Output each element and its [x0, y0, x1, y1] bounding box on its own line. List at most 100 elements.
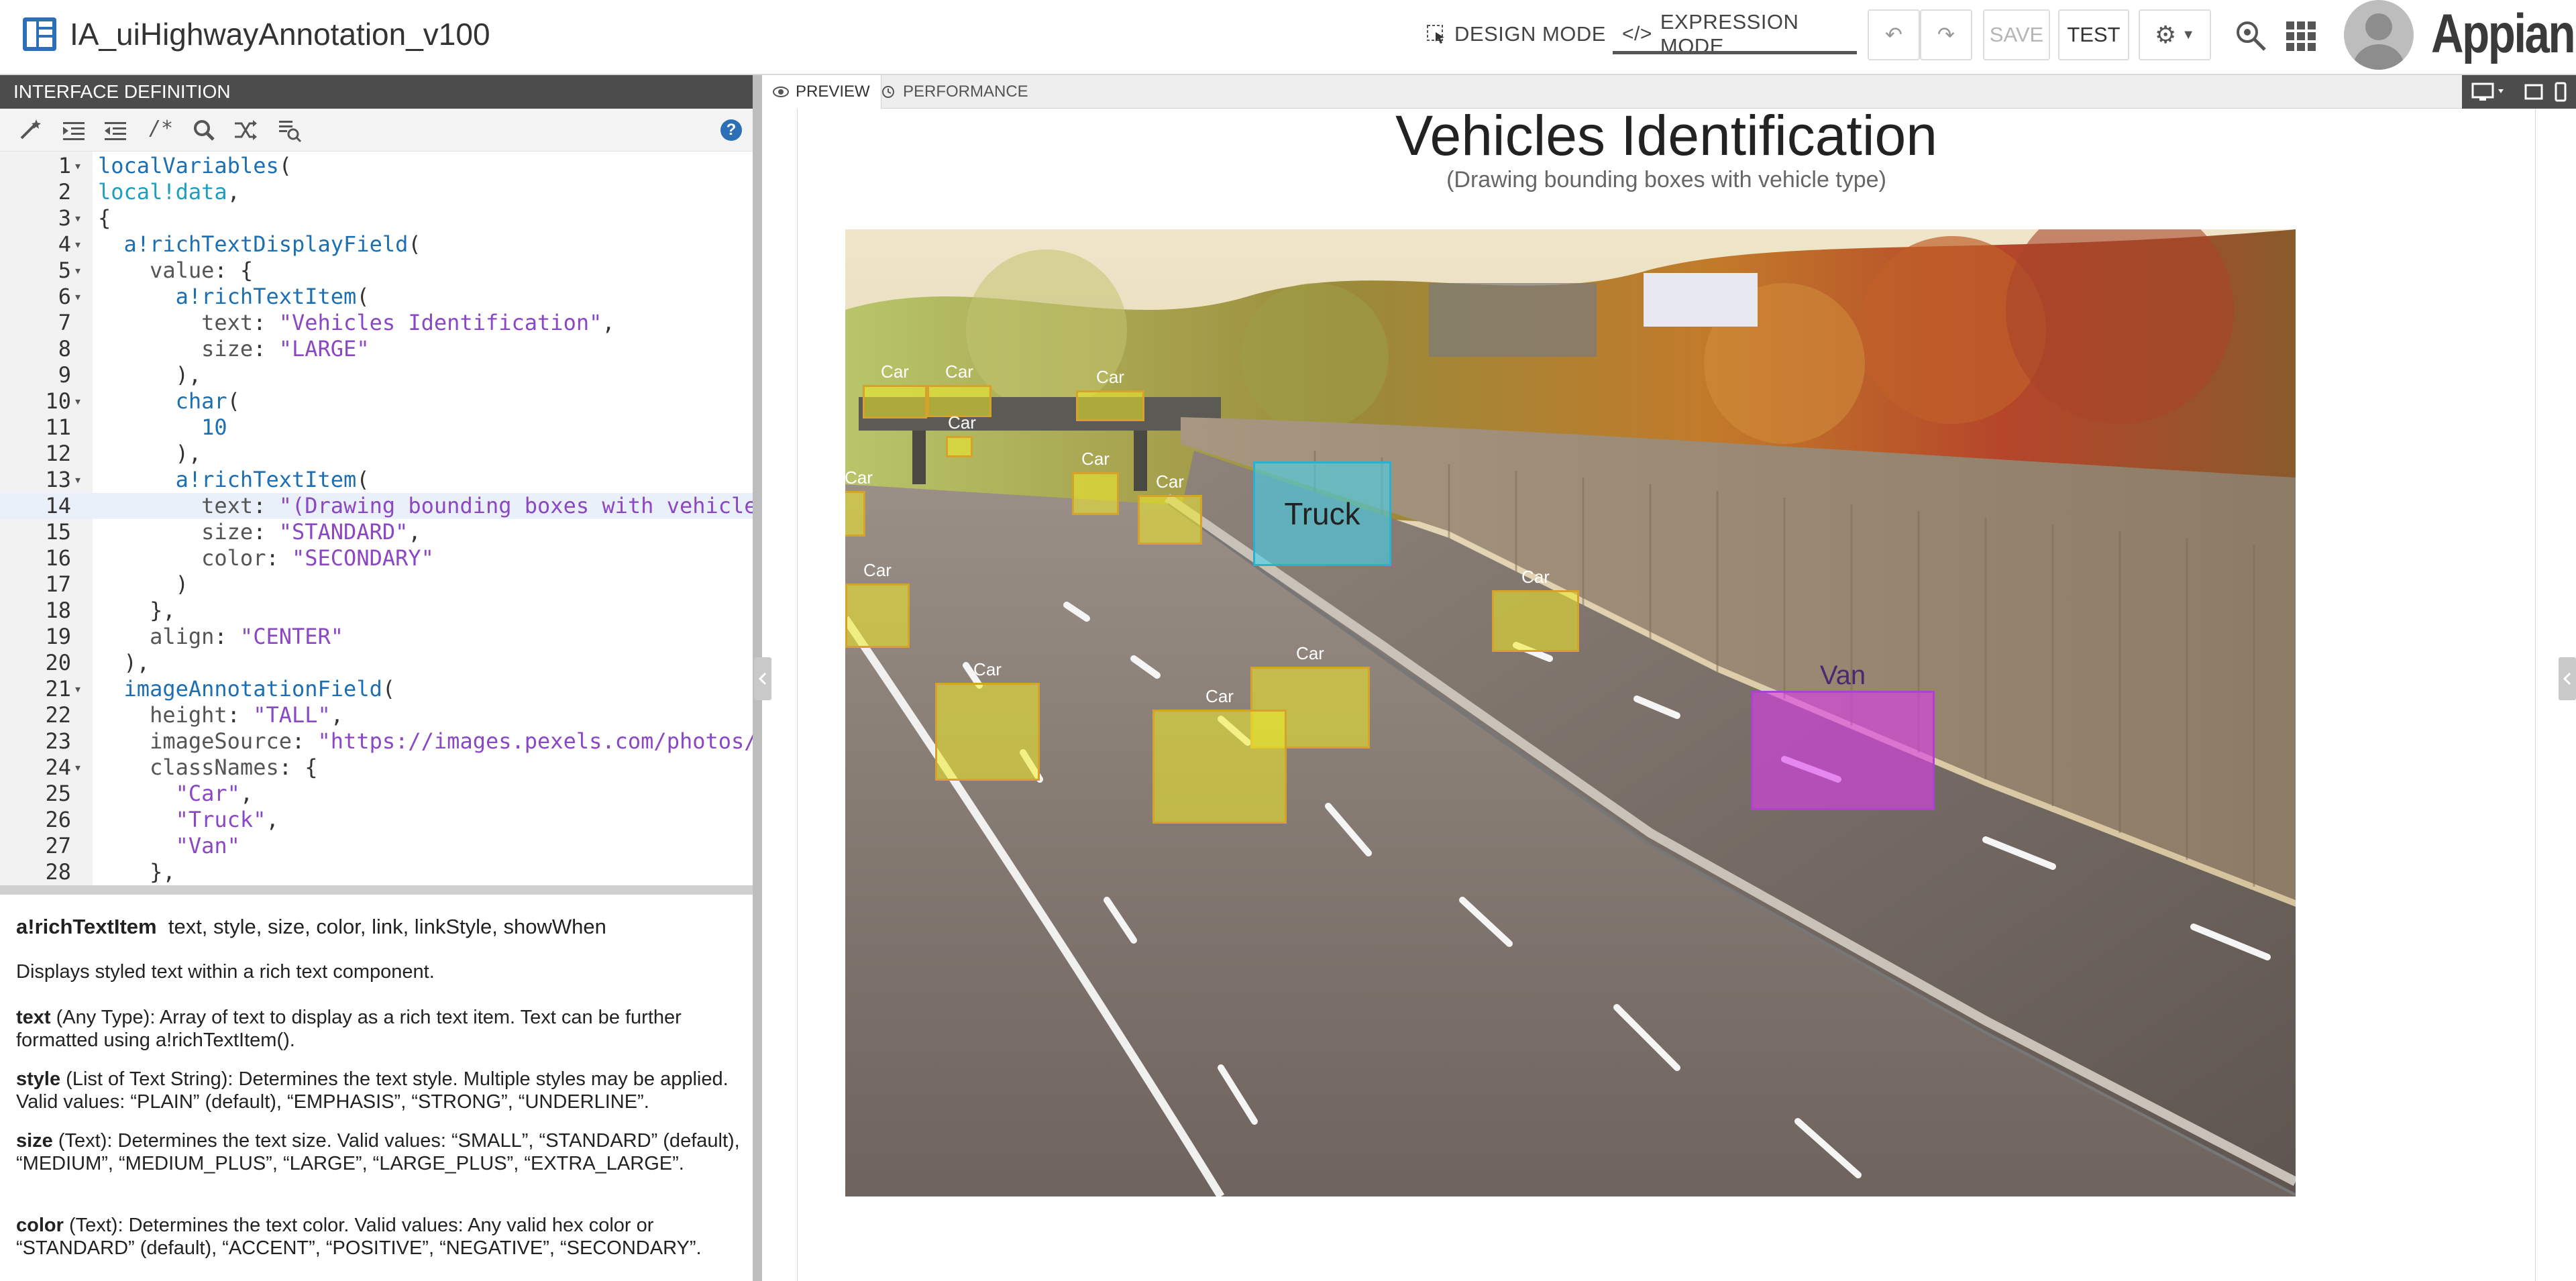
help-icon[interactable]: ?	[720, 119, 742, 141]
collapse-right-panel-handle[interactable]	[2559, 657, 2576, 700]
eye-icon	[773, 87, 789, 97]
app-grid-icon[interactable]	[2282, 17, 2320, 55]
function-params: text, style, size, color, link, linkStyl…	[168, 915, 606, 938]
code-text: align: "CENTER"	[150, 624, 344, 649]
code-line[interactable]: 25 "Car",	[0, 781, 753, 807]
annotation-box-car[interactable]: Car	[935, 659, 1040, 781]
annotation-box-car[interactable]: Car	[845, 560, 910, 648]
tablet-view-icon[interactable]	[2524, 83, 2544, 101]
desktop-view-icon[interactable]	[2471, 82, 2510, 102]
object-search-icon[interactable]	[2233, 17, 2270, 55]
editor-doc-splitter[interactable]	[0, 885, 753, 895]
fold-toggle-icon[interactable]: ▾	[74, 231, 89, 258]
annotation-box-car[interactable]: Car	[845, 467, 873, 537]
code-line[interactable]: 7 text: "Vehicles Identification",	[0, 310, 753, 336]
line-number: 22	[45, 702, 71, 728]
fold-toggle-icon[interactable]: ▾	[74, 205, 89, 231]
settings-menu-button[interactable]: ⚙ ▼	[2139, 9, 2211, 60]
code-line[interactable]: 17 )	[0, 571, 753, 598]
code-line[interactable]: 20 ),	[0, 650, 753, 676]
comment-icon[interactable]: /*	[149, 117, 176, 144]
annotation-box-truck[interactable]: Truck	[1253, 461, 1391, 566]
annotation-box-car[interactable]: Car	[1492, 567, 1579, 652]
code-line[interactable]: 11 10	[0, 414, 753, 441]
save-button[interactable]: SAVE	[1983, 9, 2050, 60]
fold-toggle-icon[interactable]: ▾	[74, 755, 89, 781]
code-line[interactable]: 27 "Van"	[0, 833, 753, 859]
code-line[interactable]: 3 ▾ {	[0, 205, 753, 231]
fold-toggle-icon[interactable]: ▾	[74, 676, 89, 702]
annotation-box-van[interactable]: Van	[1751, 661, 1935, 810]
code-line[interactable]: 1 ▾ localVariables(	[0, 153, 753, 179]
expression-editor[interactable]: 1 ▾ localVariables(2 local!data, 3 ▾{4 ▾ a!ric…	[0, 152, 753, 885]
code-text: local!data,	[98, 179, 240, 205]
code-line[interactable]: 12 ),	[0, 441, 753, 467]
magic-wand-icon[interactable]	[16, 117, 43, 144]
code-text: char(	[175, 388, 240, 414]
fold-toggle-icon[interactable]: ▾	[74, 153, 89, 179]
code-text: text: "(Drawing bounding boxes with vehi…	[201, 493, 753, 518]
line-number: 16	[45, 545, 71, 571]
indent-icon[interactable]	[60, 117, 87, 144]
code-line[interactable]: 26 "Truck",	[0, 807, 753, 833]
replace-icon[interactable]	[232, 117, 259, 144]
annotation-box-car[interactable]: Car	[1072, 449, 1119, 515]
outdent-icon[interactable]	[102, 117, 129, 144]
fold-toggle-icon[interactable]: ▾	[74, 467, 89, 493]
collapse-left-panel-handle[interactable]	[754, 657, 771, 700]
code-line[interactable]: 19 align: "CENTER"	[0, 624, 753, 650]
redo-button[interactable]: ↷	[1920, 9, 1972, 60]
fold-toggle-icon[interactable]: ▾	[74, 388, 89, 414]
annotation-label: Car	[1521, 567, 1550, 587]
code-line[interactable]: 16 color: "SECONDARY"	[0, 545, 753, 571]
annotation-box-car[interactable]: Car	[1152, 686, 1287, 824]
code-line[interactable]: 15 size: "STANDARD",	[0, 519, 753, 545]
code-text: a!richTextItem(	[175, 284, 370, 309]
code-line[interactable]: 22 height: "TALL",	[0, 702, 753, 728]
code-text: classNames: {	[150, 755, 318, 780]
annotation-box-car[interactable]: Car	[946, 412, 976, 457]
image-annotation-field[interactable]: Car Car Car Car Car Car Car Truck Car Ca…	[845, 229, 2296, 1196]
code-line[interactable]: 14 text: "(Drawing bounding boxes with v…	[0, 493, 753, 519]
code-line[interactable]: 18 },	[0, 598, 753, 624]
code-line[interactable]: 2 local!data,	[0, 179, 753, 205]
fold-toggle-icon[interactable]: ▾	[74, 284, 89, 310]
code-text: localVariables(	[98, 153, 292, 178]
function-summary: Displays styled text within a rich text …	[16, 961, 435, 983]
code-line[interactable]: 13 ▾ a!richTextItem(	[0, 467, 753, 493]
code-line[interactable]: 23 imageSource: "https://images.pexels.c…	[0, 728, 753, 755]
code-text: )	[175, 571, 189, 597]
code-text: ),	[123, 650, 150, 675]
code-text: a!richTextItem(	[175, 467, 370, 492]
user-avatar[interactable]	[2344, 0, 2414, 70]
code-line[interactable]: 4 ▾ a!richTextDisplayField(	[0, 231, 753, 258]
undo-button[interactable]: ↶	[1868, 9, 1920, 60]
fold-toggle-icon[interactable]: ▾	[74, 258, 89, 284]
phone-view-icon[interactable]	[2553, 82, 2568, 102]
annotation-box-car[interactable]: Car	[1076, 367, 1144, 421]
line-number: 24	[45, 755, 71, 780]
line-number: 17	[45, 571, 71, 597]
line-number: 26	[45, 807, 71, 832]
code-line[interactable]: 8 size: "LARGE"	[0, 336, 753, 362]
design-mode-button[interactable]: DESIGN MODE	[1426, 15, 1606, 54]
code-line[interactable]: 24 ▾ classNames: {	[0, 755, 753, 781]
interface-app-icon	[23, 17, 56, 51]
code-line[interactable]: 21 ▾ imageAnnotationField(	[0, 676, 753, 702]
test-button[interactable]: TEST	[2058, 9, 2129, 60]
line-number: 21	[45, 676, 71, 702]
code-text: imageSource: "https://images.pexels.com/…	[150, 728, 753, 754]
code-line[interactable]: 9 ),	[0, 362, 753, 388]
expression-mode-button[interactable]: </> EXPRESSION MODE	[1613, 10, 1857, 58]
annotation-label: Car	[948, 412, 976, 433]
line-number: 11	[45, 414, 71, 440]
code-line[interactable]: 6 ▾ a!richTextItem(	[0, 284, 753, 310]
code-line[interactable]: 28 },	[0, 859, 753, 885]
code-line[interactable]: 5 ▾ value: {	[0, 258, 753, 284]
find-in-list-icon[interactable]	[276, 117, 303, 144]
code-line[interactable]: 10 ▾ char(	[0, 388, 753, 414]
annotation-box-car[interactable]: Car	[1138, 471, 1202, 545]
search-icon[interactable]	[191, 117, 217, 144]
annotation-box-car[interactable]: Car	[863, 361, 927, 419]
param-name: color	[16, 1215, 64, 1236]
